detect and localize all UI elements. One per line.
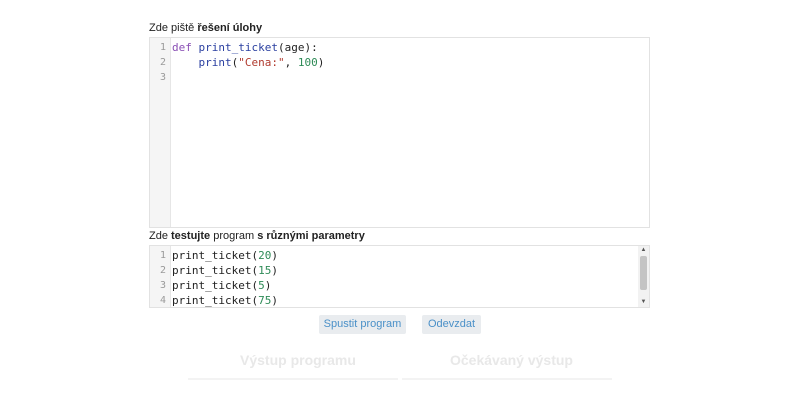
- expected-output-divider: [402, 378, 612, 380]
- paren-token: ): [317, 56, 325, 69]
- function-name-token: print_ticket: [172, 249, 252, 262]
- line-number: 1: [159, 42, 166, 53]
- number-token: 15: [258, 264, 272, 277]
- solution-label-prefix: Zde piště: [149, 22, 198, 34]
- run-program-button[interactable]: Spustit program: [319, 315, 406, 334]
- solution-code-editor[interactable]: 1 2 3 def print_ticket(age): print("Cena…: [149, 37, 650, 228]
- solution-label-bold: řešení úlohy: [197, 22, 263, 34]
- test-code-line[interactable]: print_ticket(20): [172, 249, 278, 262]
- test-code-line[interactable]: print_ticket(75): [172, 294, 278, 307]
- code-line[interactable]: print("Cena:", 100): [172, 56, 325, 69]
- line-number: 3: [159, 280, 166, 291]
- program-output-title: Výstup programu: [240, 352, 356, 368]
- string-token: "Cena:": [238, 56, 285, 69]
- test-code-editor[interactable]: 1 2 3 4 print_ticket(20) print_ticket(15…: [149, 245, 650, 308]
- indent-token: [172, 56, 199, 69]
- code-line[interactable]: def print_ticket(age):: [172, 41, 318, 54]
- function-name-token: print_ticket: [172, 279, 252, 292]
- line-number: 3: [159, 72, 166, 83]
- function-name-token: print_ticket: [172, 294, 252, 307]
- number-token: 20: [258, 249, 272, 262]
- scroll-down-arrow-icon[interactable]: ▼: [638, 298, 649, 307]
- number-token: 100: [297, 56, 318, 69]
- line-number: 2: [159, 265, 166, 276]
- builtin-token: print: [198, 56, 232, 69]
- expected-output-title: Očekávaný výstup: [450, 352, 573, 368]
- scroll-up-arrow-icon[interactable]: ▲: [638, 246, 649, 255]
- vertical-scrollbar[interactable]: ▲ ▼: [638, 246, 649, 307]
- line-number: 4: [159, 295, 166, 306]
- test-label: Zde testujte program s různými parametry: [149, 230, 365, 242]
- scrollbar-thumb[interactable]: [640, 256, 647, 290]
- params-token: (age):: [277, 41, 318, 54]
- line-number: 1: [159, 250, 166, 261]
- number-token: 5: [258, 279, 265, 292]
- test-label-prefix: Zde: [149, 230, 172, 242]
- submit-button[interactable]: Odevzdat: [422, 315, 481, 334]
- program-output-divider: [188, 378, 398, 380]
- function-name-token: print_ticket: [198, 41, 278, 54]
- test-code-line[interactable]: print_ticket(15): [172, 264, 278, 277]
- function-name-token: print_ticket: [172, 264, 252, 277]
- test-label-bold2: s různými parametry: [257, 230, 365, 242]
- solution-gutter: 1 2 3: [150, 38, 171, 227]
- test-code-line[interactable]: print_ticket(5): [172, 279, 271, 292]
- test-label-mid: program: [210, 230, 258, 242]
- keyword-token: def: [172, 41, 192, 54]
- test-gutter: 1 2 3 4: [150, 246, 171, 307]
- line-number: 2: [159, 57, 166, 68]
- solution-label: Zde piště řešení úlohy: [149, 22, 262, 34]
- separator-token: ,: [284, 56, 298, 69]
- test-label-bold1: testujte: [171, 230, 211, 242]
- number-token: 75: [258, 294, 272, 307]
